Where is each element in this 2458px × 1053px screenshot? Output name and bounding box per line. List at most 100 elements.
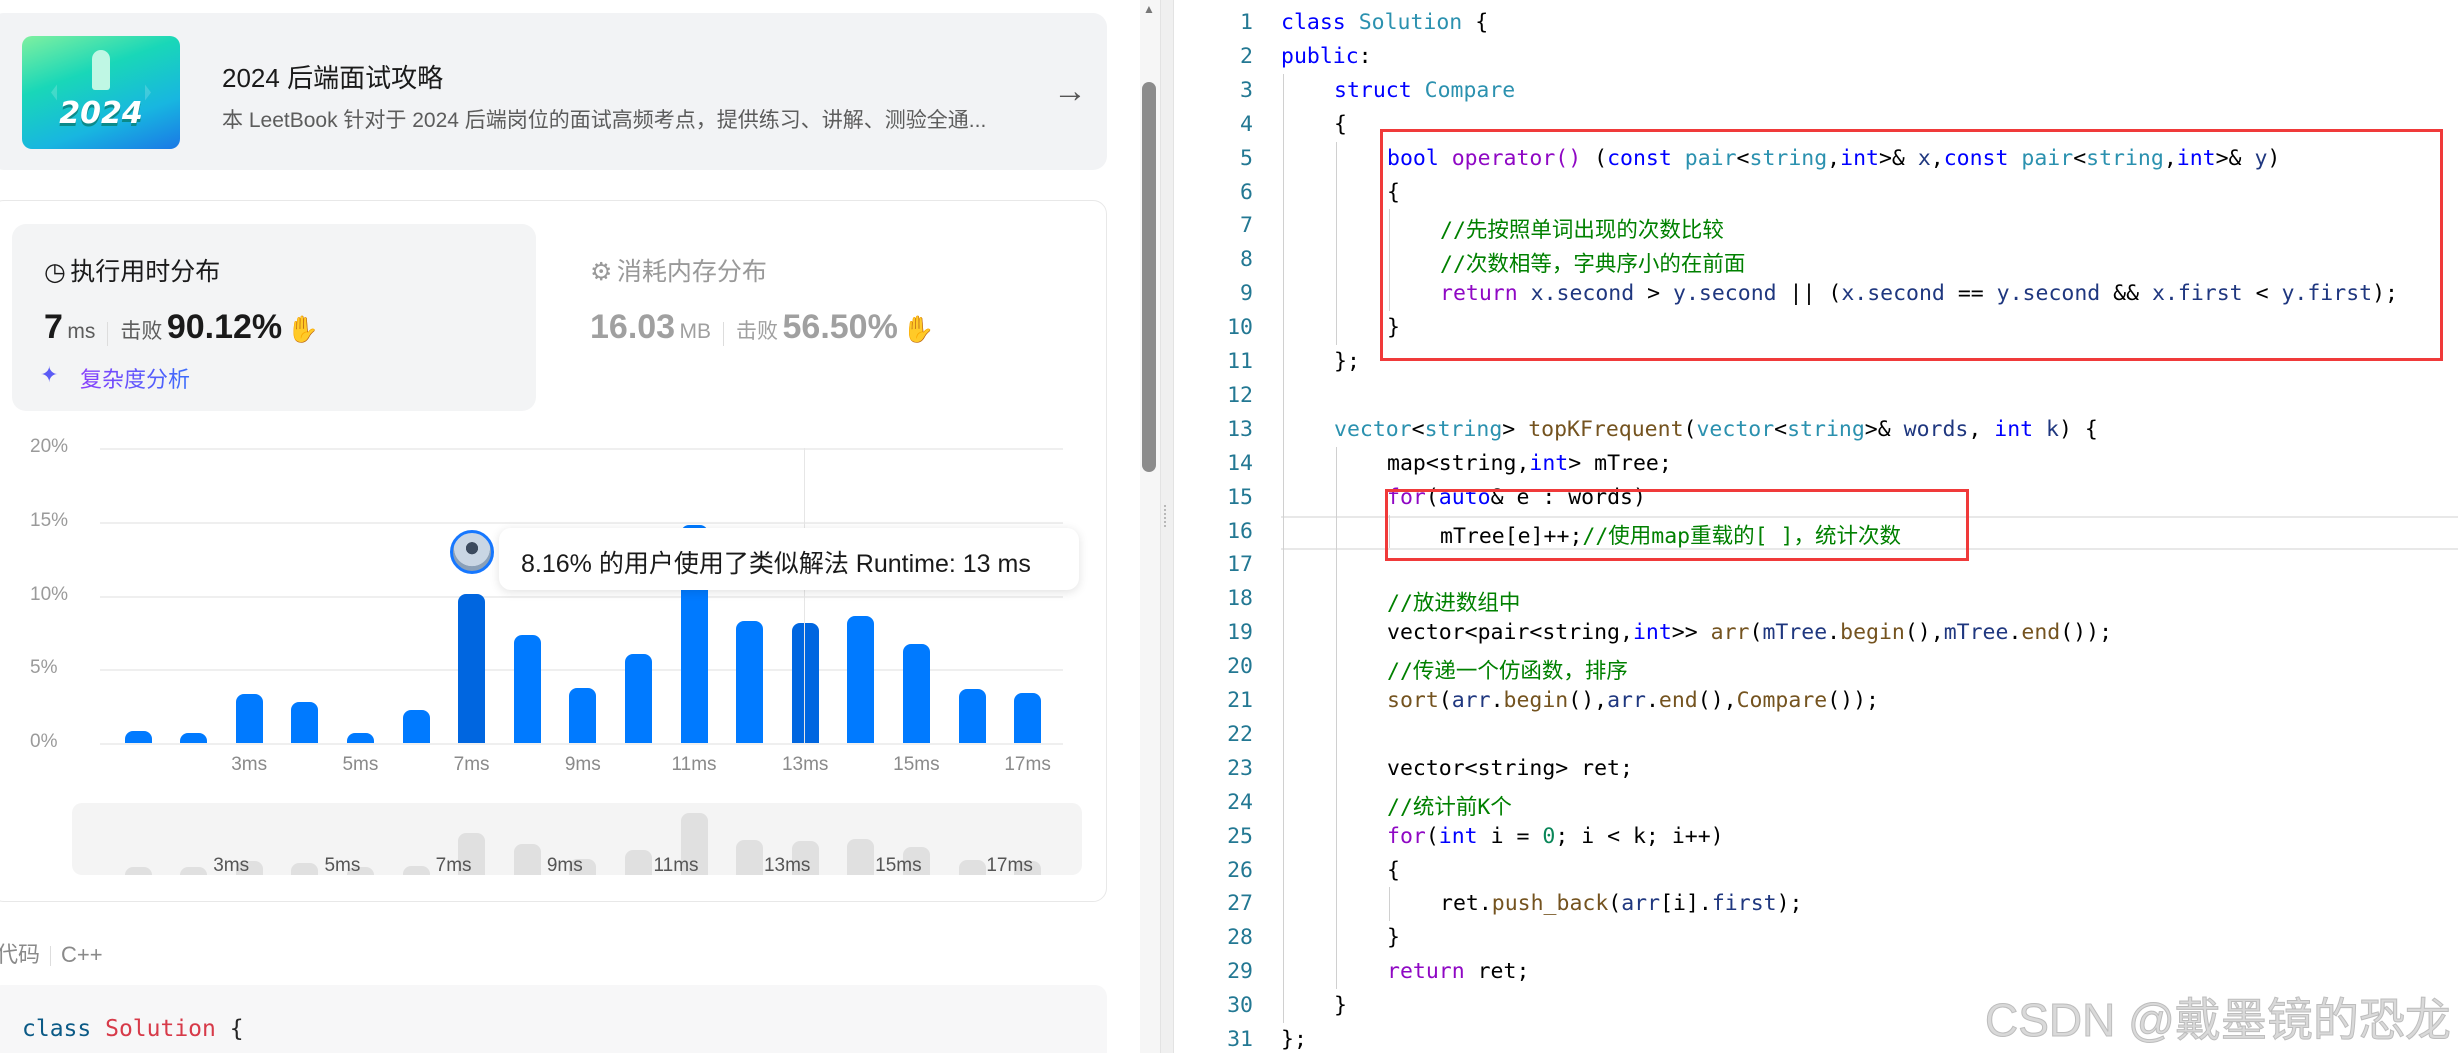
code-label: 代码 <box>0 942 41 967</box>
runtime-distribution-chart[interactable]: 0% 5% 10% 15% 20% 3ms 5ms 7ms 9ms 11ms 13ms 15ms 17m… <box>0 0 1110 900</box>
bar-14ms[interactable] <box>847 616 875 743</box>
code-token: > <box>1502 416 1529 442</box>
code-token: arr <box>1607 688 1646 713</box>
y-tick-label: 5% <box>30 657 58 679</box>
line-number: 9 <box>1240 281 1253 307</box>
code-token: mTree <box>1943 620 2009 646</box>
code-token: topKFrequent <box>1528 416 1684 442</box>
gridline <box>100 448 1063 450</box>
bar-12ms[interactable] <box>736 621 764 743</box>
code-token: { <box>215 1016 244 1042</box>
scrollbar-thumb[interactable] <box>1142 82 1156 472</box>
code-line: { <box>1387 858 1400 883</box>
submitted-code-block: class Solution { public: <box>0 985 1107 1053</box>
chart-tooltip: 8.16% 的用户使用了类似解法 Runtime: 13 ms <box>499 528 1079 590</box>
code-token: for <box>1387 823 1426 849</box>
drag-handle-icon[interactable] <box>1164 505 1170 527</box>
code-line: return ret; <box>1387 959 1529 984</box>
bar-9ms[interactable] <box>569 687 597 743</box>
bar-16ms[interactable] <box>958 689 986 743</box>
code-line: vector<pair<string,int>> arr(mTree.begin… <box>1387 620 2112 645</box>
code-line: public: <box>1281 44 1372 69</box>
x-tick-label: 17ms <box>1004 754 1051 775</box>
code-line: vector<string> ret; <box>1387 756 1633 781</box>
bar-8ms[interactable] <box>513 635 541 743</box>
code-line: }; <box>1334 349 1360 374</box>
code-line: //统计前K个 <box>1387 790 1512 821</box>
code-token: ( <box>1425 823 1439 849</box>
bar-17ms[interactable] <box>1014 692 1042 743</box>
bar-10ms[interactable] <box>624 653 652 743</box>
range-slider-overview[interactable]: 3ms 5ms 7ms 9ms 11ms 13ms 15ms 17ms <box>72 803 1082 875</box>
line-number: 11 <box>1227 349 1253 374</box>
mini-x-tick-label: 17ms <box>986 855 1033 875</box>
code-token: Solution <box>1358 10 1463 35</box>
code-line: } <box>1387 925 1400 950</box>
code-token: vector <box>1696 416 1775 442</box>
code-token: class <box>22 1016 106 1042</box>
line-number: 27 <box>1227 891 1253 917</box>
solution-panel: 2024 2024 后端面试攻略 本 LeetBook 针对于 2024 后端岗… <box>0 0 1160 1053</box>
code-line: }; <box>1281 1027 1307 1052</box>
code-line: struct Compare <box>1334 78 1515 103</box>
code-token: }; <box>1334 349 1360 374</box>
code-line: } <box>1334 993 1347 1018</box>
code-token: first <box>1711 891 1777 917</box>
bar-6ms[interactable] <box>402 709 430 743</box>
mini-x-tick-label: 5ms <box>324 855 361 875</box>
line-number: 6 <box>1240 179 1253 205</box>
code-token: k <box>2046 416 2059 442</box>
bar-1ms[interactable] <box>124 731 152 743</box>
line-number: 3 <box>1240 77 1253 103</box>
bar-4ms[interactable] <box>291 702 319 743</box>
code-token: Compare <box>1424 77 1516 103</box>
code-line: sort(arr.begin(),arr.end(),Compare()); <box>1387 688 1879 713</box>
code-token: ); <box>1776 891 1803 917</box>
code-token: { <box>1334 111 1347 137</box>
gridline <box>100 521 1063 524</box>
scroll-up-arrow-icon[interactable]: ▲ <box>1143 2 1155 16</box>
code-token: { <box>1387 857 1400 883</box>
code-token: return <box>1387 959 1465 985</box>
indent-guide <box>1389 887 1390 922</box>
bar-5ms[interactable] <box>346 732 374 743</box>
code-token: //传递一个仿函数，排序 <box>1387 659 1628 685</box>
code-token: (), <box>1904 620 1944 646</box>
code-line: //放进数组中 <box>1387 586 1520 617</box>
line-number: 4 <box>1240 111 1253 137</box>
code-token: begin <box>1503 688 1569 713</box>
code-line: //传递一个仿函数，排序 <box>1387 654 1628 685</box>
line-number: 31 <box>1227 1027 1253 1052</box>
code-token: } <box>1387 925 1400 951</box>
bar-13ms[interactable] <box>791 622 819 743</box>
code-editor[interactable]: 1 class Solution {2 public: 3 struct Compare… <box>1175 0 2458 1053</box>
code-token: }; <box>1281 1027 1307 1052</box>
line-number: 12 <box>1227 382 1253 408</box>
y-tick-label: 0% <box>30 731 58 752</box>
bar-2ms[interactable] <box>180 732 208 743</box>
bar-3ms[interactable] <box>235 693 263 743</box>
code-token: arr <box>1621 891 1661 917</box>
code-token: ret; <box>1464 959 1530 985</box>
code-token: . <box>1490 688 1504 713</box>
line-number: 16 <box>1227 518 1253 544</box>
line-number: 22 <box>1227 721 1253 747</box>
bar-7ms[interactable] <box>458 594 486 743</box>
bar-15ms[interactable] <box>902 644 930 743</box>
line-number: 26 <box>1227 857 1253 883</box>
code-line: { <box>1334 112 1347 137</box>
code-token: ret. <box>1440 891 1492 917</box>
code-token: mTree <box>1762 620 1828 646</box>
code-token: (), <box>1697 688 1737 713</box>
line-number: 25 <box>1227 823 1253 849</box>
mini-x-tick-label: 3ms <box>213 855 250 875</box>
line-number: 15 <box>1227 484 1253 510</box>
mini-x-tick-label: 11ms <box>653 855 699 875</box>
mini-x-tick-label: 7ms <box>435 855 472 875</box>
code-token: { <box>1462 10 1489 35</box>
code-token: string <box>1424 416 1503 442</box>
highlight-box-map-count <box>1385 489 1969 561</box>
code-token: i = <box>1477 823 1543 849</box>
